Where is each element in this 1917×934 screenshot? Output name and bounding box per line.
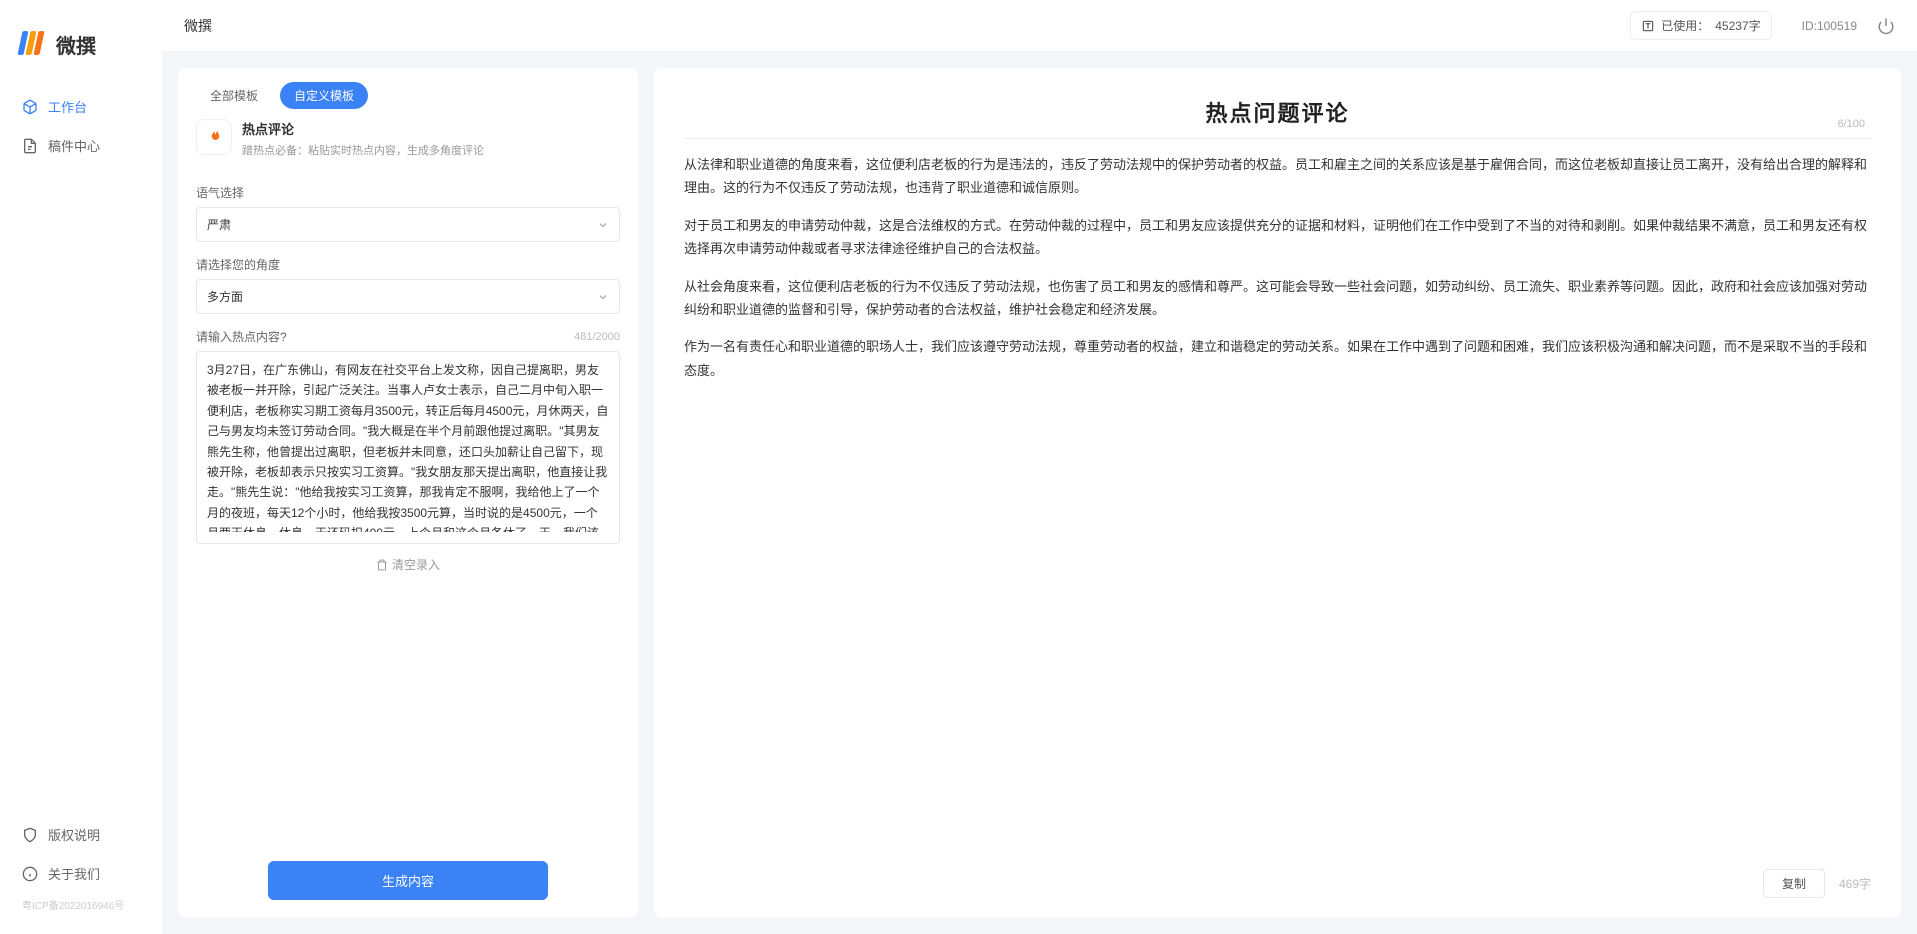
generate-button[interactable]: 生成内容 xyxy=(268,861,548,900)
tab-custom-templates[interactable]: 自定义模板 xyxy=(280,82,368,109)
flame-icon xyxy=(196,119,232,155)
logo: 微撰 xyxy=(0,30,162,77)
clear-label: 清空录入 xyxy=(392,556,440,573)
app-name: 微撰 xyxy=(56,30,96,59)
shield-icon xyxy=(22,827,38,843)
sidebar-item-about[interactable]: 关于我们 xyxy=(0,854,162,893)
output-paragraph: 作为一名有责任心和职业道德的职场人士，我们应该遵守劳动法规，尊重劳动者的权益，建… xyxy=(684,335,1871,382)
tone-select[interactable]: 严肃 xyxy=(196,207,620,242)
output-paragraph: 对于员工和男友的申请劳动仲裁，这是合法维权的方式。在劳动仲裁的过程中，员工和男友… xyxy=(684,214,1871,261)
template-desc: 蹭热点必备：粘贴实时热点内容，生成多角度评论 xyxy=(242,142,484,158)
collapse-icon[interactable] xyxy=(654,493,658,513)
nav-label: 工作台 xyxy=(48,97,87,116)
output-footer: 复制 469字 xyxy=(654,857,1901,918)
main: 微撰 已使用： 45237字 ID:100519 全部模板 自定义模板 xyxy=(162,0,1917,934)
clear-button[interactable]: 清空录入 xyxy=(196,550,620,579)
chevron-down-icon xyxy=(597,219,609,231)
input-panel: 全部模板 自定义模板 热点评论 蹭热点必备：粘贴实时热点内容，生成多角度评论 语… xyxy=(178,68,638,918)
user-id: ID:100519 xyxy=(1802,19,1857,33)
page-title: 微撰 xyxy=(184,16,212,36)
sidebar-item-drafts[interactable]: 稿件中心 xyxy=(0,126,162,165)
output-panel: 热点问题评论 6/100 从法律和职业道德的角度来看，这位便利店老板的行为是违法… xyxy=(654,68,1901,918)
copy-button[interactable]: 复制 xyxy=(1763,869,1825,898)
usage-label: 已使用： xyxy=(1661,17,1709,34)
tabs: 全部模板 自定义模板 xyxy=(178,68,638,119)
nav-label: 版权说明 xyxy=(48,825,100,844)
sidebar-item-copyright[interactable]: 版权说明 xyxy=(0,815,162,854)
icp-footer: 粤ICP备2022016946号 xyxy=(0,893,162,916)
nav-label: 稿件中心 xyxy=(48,136,100,155)
sidebar: 微撰 工作台 稿件中心 版权说明 关于我们 粤ICP备2022016946号 xyxy=(0,0,162,934)
sidebar-bottom: 版权说明 关于我们 粤ICP备2022016946号 xyxy=(0,815,162,934)
output-paragraph: 从法律和职业道德的角度来看，这位便利店老板的行为是违法的，违反了劳动法规中的保护… xyxy=(684,153,1871,200)
input-label: 请输入热点内容? xyxy=(196,328,287,345)
angle-value: 多方面 xyxy=(207,288,243,305)
nav: 工作台 稿件中心 xyxy=(0,77,162,175)
char-count: 469字 xyxy=(1839,875,1871,892)
power-icon[interactable] xyxy=(1877,17,1895,35)
text-icon xyxy=(1641,19,1655,33)
cube-icon xyxy=(22,99,38,115)
input-counter: 481/2000 xyxy=(574,331,620,343)
sidebar-item-workspace[interactable]: 工作台 xyxy=(0,87,162,126)
doc-icon xyxy=(22,138,38,154)
tone-value: 严肃 xyxy=(207,216,231,233)
hotspot-input[interactable] xyxy=(207,360,609,532)
output-body: 从法律和职业道德的角度来看，这位便利店老板的行为是违法的，违反了劳动法规中的保护… xyxy=(654,139,1901,857)
template-card: 热点评论 蹭热点必备：粘贴实时热点内容，生成多角度评论 xyxy=(178,119,638,166)
angle-label: 请选择您的角度 xyxy=(196,256,620,273)
template-name: 热点评论 xyxy=(242,119,484,138)
tone-label: 语气选择 xyxy=(196,184,620,201)
angle-select[interactable]: 多方面 xyxy=(196,279,620,314)
output-title: 热点问题评论 xyxy=(1205,96,1349,128)
clear-icon xyxy=(376,559,388,571)
output-progress: 6/100 xyxy=(1837,118,1865,130)
header: 微撰 已使用： 45237字 ID:100519 xyxy=(162,0,1917,52)
output-paragraph: 从社会角度来看，这位便利店老板的行为不仅违反了劳动法规，也伤害了员工和男友的感情… xyxy=(684,275,1871,322)
form-area: 语气选择 严肃 请选择您的角度 多方面 请输入热点内容? 481/2000 xyxy=(178,166,638,847)
nav-label: 关于我们 xyxy=(48,864,100,883)
logo-icon xyxy=(20,31,48,59)
tab-all-templates[interactable]: 全部模板 xyxy=(196,82,272,109)
generate-bar: 生成内容 xyxy=(178,847,638,918)
content: 全部模板 自定义模板 热点评论 蹭热点必备：粘贴实时热点内容，生成多角度评论 语… xyxy=(162,52,1917,934)
output-header: 热点问题评论 6/100 xyxy=(654,68,1901,134)
input-textarea-wrap xyxy=(196,351,620,544)
info-icon xyxy=(22,866,38,882)
usage-value: 45237字 xyxy=(1715,17,1760,34)
usage-badge[interactable]: 已使用： 45237字 xyxy=(1630,11,1771,40)
chevron-down-icon xyxy=(597,291,609,303)
